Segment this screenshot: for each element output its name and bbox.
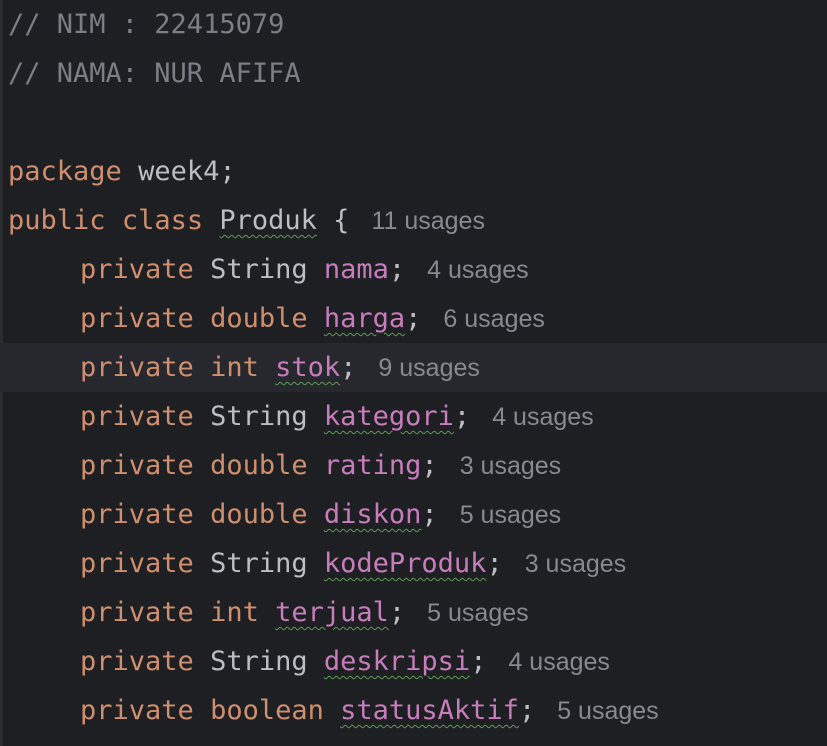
field-modifier: private <box>80 254 194 285</box>
field-semicolon: ; <box>470 646 487 677</box>
field-name[interactable]: deskripsi <box>324 646 470 677</box>
comment-nim: // NIM : 22415079 <box>8 9 285 40</box>
class-name[interactable]: Produk <box>219 205 317 236</box>
field-type: double <box>210 450 308 481</box>
field-usages-hint[interactable]: 4 usages <box>508 648 609 676</box>
field-modifier: private <box>80 352 194 383</box>
field-usages-hint[interactable]: 5 usages <box>460 501 561 529</box>
field-semicolon: ; <box>486 548 503 579</box>
code-line-field-statusaktif[interactable]: private boolean statusAktif; 5 usages <box>0 686 827 735</box>
field-declaration: private double diskon; 5 usages <box>80 490 561 540</box>
field-type: boolean <box>210 695 324 726</box>
field-semicolon: ; <box>388 597 406 628</box>
field-modifier: private <box>80 548 194 579</box>
package-semicolon: ; <box>219 156 236 187</box>
class-open-brace: { <box>333 205 350 236</box>
field-declaration: private String kodeProduk; 3 usages <box>80 539 626 589</box>
field-declaration: private double harga; 6 usages <box>80 294 545 344</box>
field-semicolon: ; <box>405 303 422 334</box>
code-line-package[interactable]: package week4; <box>0 147 827 196</box>
field-semicolon: ; <box>421 450 438 481</box>
code-editor[interactable]: // NIM : 22415079 // NAMA: NUR AFIFA pac… <box>0 0 827 746</box>
field-usages-hint[interactable]: 6 usages <box>443 305 544 333</box>
field-declaration: private double rating; 3 usages <box>80 441 561 491</box>
field-name[interactable]: rating <box>324 450 422 481</box>
field-usages-hint[interactable]: 4 usages <box>492 403 593 431</box>
field-usages-hint[interactable]: 9 usages <box>378 354 479 382</box>
class-declaration: public class Produk {11 usages <box>8 196 485 246</box>
field-modifier: private <box>80 401 194 432</box>
field-modifier: private <box>80 450 194 481</box>
field-declaration: private int stok; 9 usages <box>80 343 480 393</box>
field-modifier: private <box>80 597 194 628</box>
field-type: String <box>210 548 308 579</box>
field-name[interactable]: nama <box>324 254 389 285</box>
field-name[interactable]: harga <box>324 303 405 334</box>
code-line-field-kodeproduk[interactable]: private String kodeProduk; 3 usages <box>0 539 827 588</box>
field-declaration: private int terjual; 5 usages <box>80 588 529 638</box>
code-line-field-terjual[interactable]: private int terjual; 5 usages <box>0 588 827 637</box>
code-line-class-declaration[interactable]: public class Produk {11 usages <box>0 196 827 245</box>
code-line-blank[interactable] <box>0 98 827 147</box>
field-usages-hint[interactable]: 4 usages <box>427 256 528 284</box>
field-semicolon: ; <box>340 352 357 383</box>
package-keyword: package <box>8 156 122 187</box>
field-modifier: private <box>80 499 194 530</box>
field-modifier: private <box>80 303 194 334</box>
field-semicolon: ; <box>421 499 438 530</box>
field-declaration: private String nama; 4 usages <box>80 245 529 295</box>
class-keyword: class <box>121 205 204 236</box>
code-line-field-harga[interactable]: private double harga; 6 usages <box>0 294 827 343</box>
field-declaration: private String deskripsi; 4 usages <box>80 637 610 687</box>
code-line-field-kategori[interactable]: private String kategori; 4 usages <box>0 392 827 441</box>
field-semicolon: ; <box>453 401 471 432</box>
field-name[interactable]: stok <box>275 352 340 383</box>
package-statement: package week4; <box>8 147 236 196</box>
field-usages-hint[interactable]: 5 usages <box>427 599 528 627</box>
field-type: int <box>210 352 259 383</box>
code-line-field-nama[interactable]: private String nama; 4 usages <box>0 245 827 294</box>
code-line-field-stok[interactable]: private int stok; 9 usages <box>0 343 827 392</box>
field-modifier: private <box>80 646 194 677</box>
field-type: double <box>210 303 308 334</box>
field-name[interactable]: diskon <box>324 499 422 530</box>
code-line-field-rating[interactable]: private double rating; 3 usages <box>0 441 827 490</box>
class-usages-hint[interactable]: 11 usages <box>371 207 485 235</box>
package-name: week4 <box>138 156 220 187</box>
field-type: double <box>210 499 308 530</box>
comment-nama: // NAMA: NUR AFIFA <box>8 58 301 89</box>
code-line-field-deskripsi[interactable]: private String deskripsi; 4 usages <box>0 637 827 686</box>
field-usages-hint[interactable]: 3 usages <box>460 452 561 480</box>
field-name[interactable]: kategori <box>324 401 454 432</box>
field-name[interactable]: kodeProduk <box>324 548 487 579</box>
class-modifier: public <box>8 205 106 236</box>
field-usages-hint[interactable]: 3 usages <box>525 550 626 578</box>
code-line-field-diskon[interactable]: private double diskon; 5 usages <box>0 490 827 539</box>
field-declaration: private boolean statusAktif; 5 usages <box>80 686 659 736</box>
field-type: String <box>210 401 308 432</box>
field-name[interactable]: terjual <box>275 597 389 628</box>
field-declaration: private String kategori; 4 usages <box>80 392 594 442</box>
code-line-comment-nama[interactable]: // NAMA: NUR AFIFA <box>0 49 827 98</box>
code-line-comment-nim[interactable]: // NIM : 22415079 <box>0 0 827 49</box>
field-usages-hint[interactable]: 5 usages <box>557 697 658 725</box>
field-type: String <box>210 254 308 285</box>
field-name[interactable]: statusAktif <box>340 695 519 726</box>
field-type: int <box>210 597 259 628</box>
field-semicolon: ; <box>518 695 536 726</box>
field-semicolon: ; <box>388 254 406 285</box>
field-type: String <box>210 646 308 677</box>
field-modifier: private <box>80 695 194 726</box>
